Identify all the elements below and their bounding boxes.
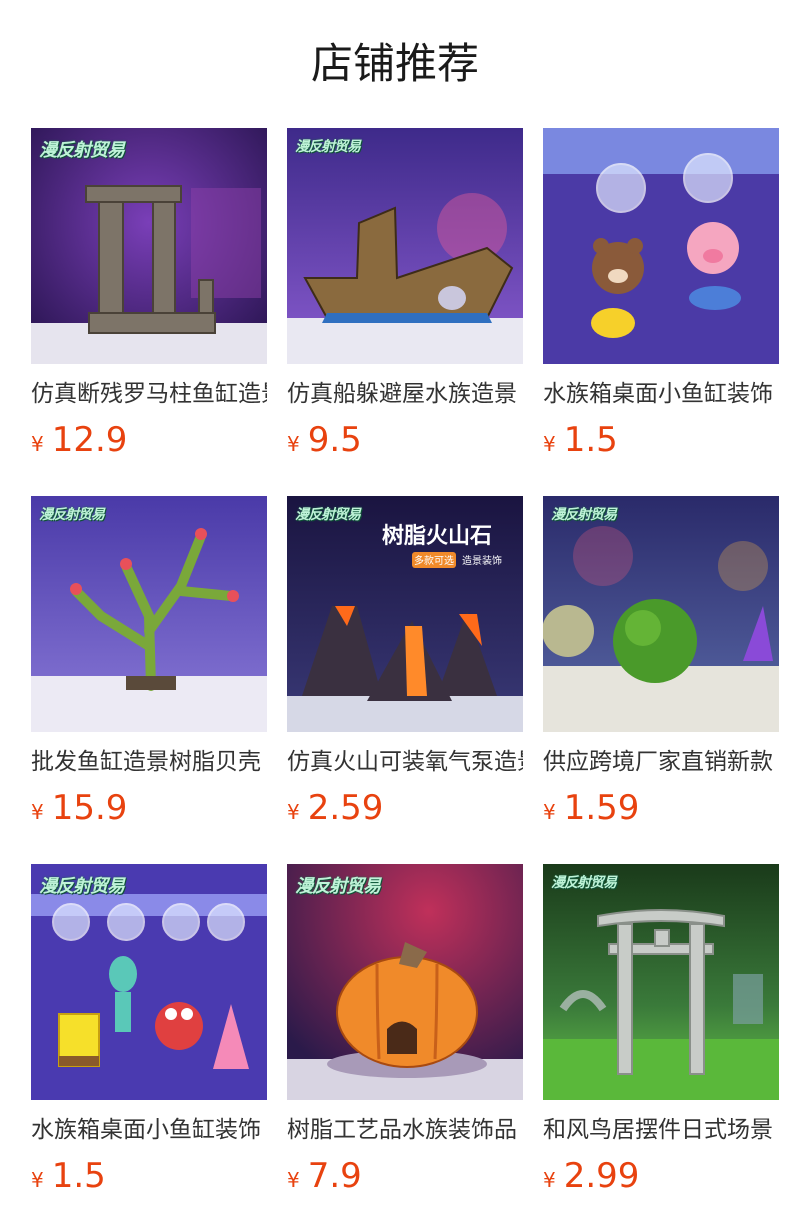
product-image[interactable]: 漫反射贸易	[287, 128, 523, 364]
currency-symbol: ¥	[543, 432, 556, 456]
currency-symbol: ¥	[287, 432, 300, 456]
product-card[interactable]: 水族箱桌面小鱼缸装饰 ¥ 1.5	[543, 128, 779, 496]
product-card[interactable]: 漫反射贸易 树脂工艺品水族装饰品 ¥ 7.9	[287, 864, 523, 1232]
product-card[interactable]: 漫反射贸易 批发鱼缸造景树脂贝壳 ¥ 15.9	[31, 496, 267, 864]
price-value: 1.59	[563, 788, 640, 828]
cartoon-float-ornament-image	[543, 128, 779, 364]
product-card[interactable]: 漫反射贸易 水族箱桌面小鱼缸装饰 ¥ 1.5	[31, 864, 267, 1232]
product-title[interactable]: 树脂工艺品水族装饰品	[287, 1114, 523, 1146]
product-price: ¥ 1.5	[543, 420, 779, 460]
price-value: 7.9	[307, 1156, 362, 1196]
product-image[interactable]: 树脂火山石 多款可选 造景装饰 漫反射贸易	[287, 496, 523, 732]
product-card[interactable]: 漫反射贸易 供应跨境厂家直销新款 ¥ 1.59	[543, 496, 779, 864]
section-header: 店铺推荐	[0, 0, 790, 128]
product-price: ¥ 12.9	[31, 420, 267, 460]
price-value: 15.9	[51, 788, 128, 828]
watermark-logo: 漫反射贸易	[39, 876, 125, 897]
product-image[interactable]	[543, 128, 779, 364]
banner-title: 树脂火山石	[382, 523, 492, 549]
product-card[interactable]: 漫反射贸易 和风鸟居摆件日式场景 ¥ 2.99	[543, 864, 779, 1232]
shipwreck-ornament-image	[287, 128, 523, 364]
currency-symbol: ¥	[31, 800, 44, 824]
currency-symbol: ¥	[543, 1168, 556, 1192]
product-image[interactable]: 漫反射贸易	[31, 496, 267, 732]
currency-symbol: ¥	[31, 1168, 44, 1192]
price-value: 9.5	[307, 420, 362, 460]
banner-subtitle: 造景装饰	[462, 554, 502, 567]
watermark-logo: 漫反射贸易	[295, 507, 361, 523]
pumpkin-house-image	[287, 864, 523, 1100]
price-value: 2.59	[307, 788, 384, 828]
product-price: ¥ 1.59	[543, 788, 779, 828]
product-image[interactable]: 漫反射贸易	[543, 864, 779, 1100]
product-title[interactable]: 和风鸟居摆件日式场景	[543, 1114, 779, 1146]
product-card[interactable]: 漫反射贸易 仿真船躲避屋水族造景 ¥ 9.5	[287, 128, 523, 496]
product-image[interactable]: 漫反射贸易	[31, 128, 267, 364]
product-price: ¥ 9.5	[287, 420, 523, 460]
roman-column-ruins-image	[31, 128, 267, 364]
cartoon-characters-ornament-image	[31, 864, 267, 1100]
coral-ornament-image	[31, 496, 267, 732]
product-title[interactable]: 供应跨境厂家直销新款	[543, 746, 779, 778]
product-title[interactable]: 水族箱桌面小鱼缸装饰	[31, 1114, 267, 1146]
watermark-logo: 漫反射贸易	[295, 876, 381, 897]
price-value: 12.9	[51, 420, 128, 460]
product-card[interactable]: 树脂火山石 多款可选 造景装饰 漫反射贸易 仿真火山可装氧气泵造景 ¥ 2.59	[287, 496, 523, 864]
product-title[interactable]: 仿真火山可装氧气泵造景	[287, 746, 523, 778]
torii-gate-image	[543, 864, 779, 1100]
currency-symbol: ¥	[31, 432, 44, 456]
page-title: 店铺推荐	[310, 38, 479, 88]
product-title[interactable]: 批发鱼缸造景树脂贝壳	[31, 746, 267, 778]
product-image[interactable]: 漫反射贸易	[31, 864, 267, 1100]
watermark-logo: 漫反射贸易	[551, 875, 617, 891]
product-image[interactable]: 漫反射贸易	[543, 496, 779, 732]
product-price: ¥ 15.9	[31, 788, 267, 828]
price-value: 2.99	[563, 1156, 640, 1196]
currency-symbol: ¥	[287, 1168, 300, 1192]
banner-tag: 多款可选	[414, 554, 454, 567]
volcano-ornament-image: 树脂火山石 多款可选 造景装饰	[287, 496, 523, 732]
product-price: ¥ 7.9	[287, 1156, 523, 1196]
watermark-logo: 漫反射贸易	[39, 140, 125, 161]
product-grid: 漫反射贸易 仿真断残罗马柱鱼缸造景 ¥ 12.9 漫反射贸易 仿真船躲避屋水族造…	[31, 128, 779, 1232]
product-card[interactable]: 漫反射贸易 仿真断残罗马柱鱼缸造景 ¥ 12.9	[31, 128, 267, 496]
watermark-logo: 漫反射贸易	[39, 507, 105, 523]
product-price: ¥ 1.5	[31, 1156, 267, 1196]
product-title[interactable]: 仿真船躲避屋水族造景	[287, 378, 523, 410]
price-value: 1.5	[51, 1156, 106, 1196]
product-price: ¥ 2.99	[543, 1156, 779, 1196]
product-price: ¥ 2.59	[287, 788, 523, 828]
watermark-logo: 漫反射贸易	[551, 507, 617, 523]
product-image[interactable]: 漫反射贸易	[287, 864, 523, 1100]
product-title[interactable]: 仿真断残罗马柱鱼缸造景	[31, 378, 267, 410]
product-title[interactable]: 水族箱桌面小鱼缸装饰	[543, 378, 779, 410]
currency-symbol: ¥	[287, 800, 300, 824]
watermark-logo: 漫反射贸易	[295, 139, 361, 155]
moss-ball-image	[543, 496, 779, 732]
price-value: 1.5	[563, 420, 618, 460]
currency-symbol: ¥	[543, 800, 556, 824]
